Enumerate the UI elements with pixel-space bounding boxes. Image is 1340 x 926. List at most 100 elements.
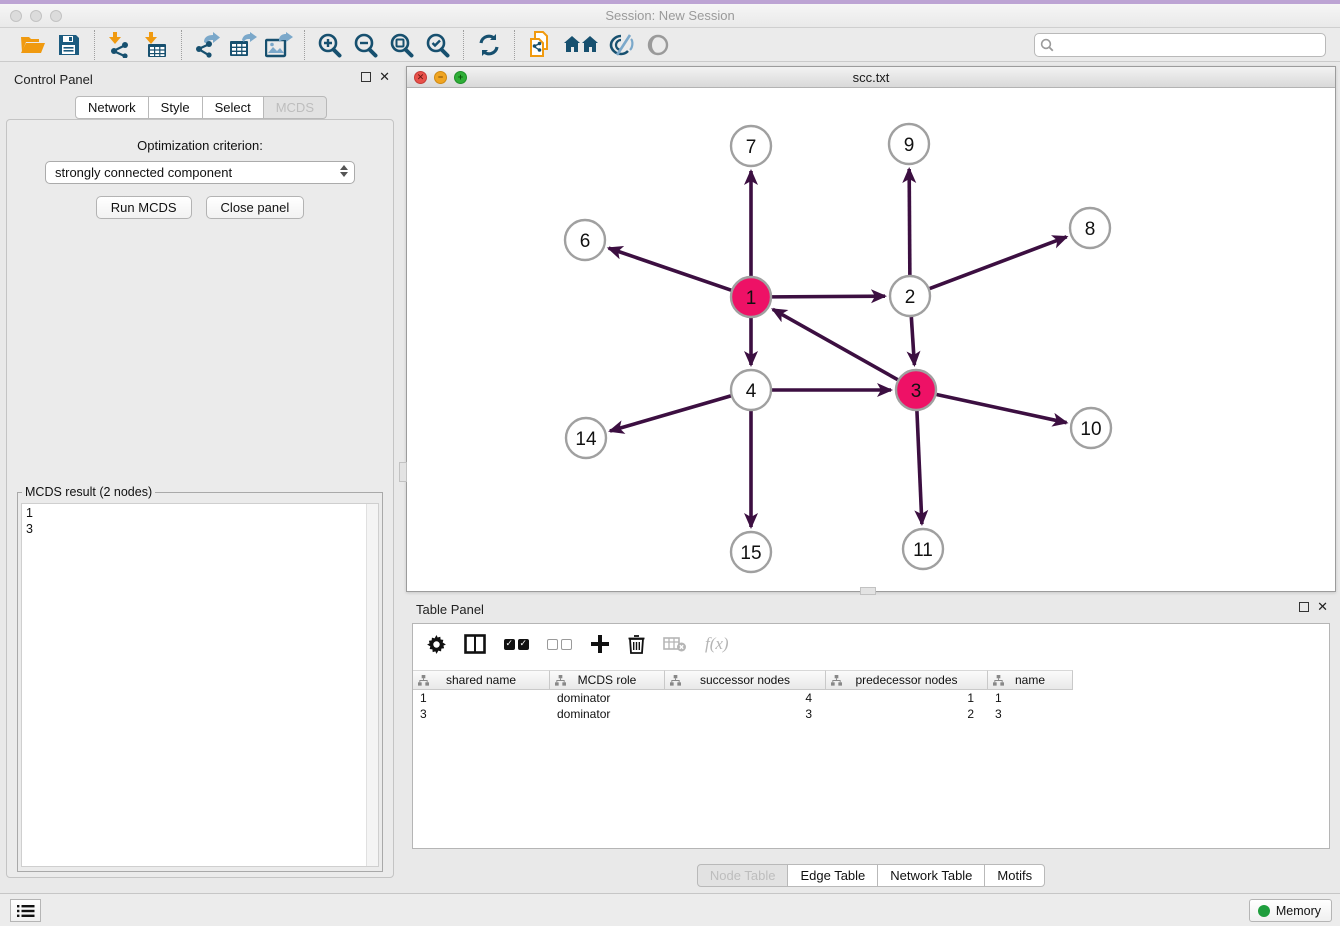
- first-neighbors-button[interactable]: [561, 31, 601, 59]
- checked-box-icon: [518, 639, 529, 650]
- table-cell[interactable]: 3: [988, 706, 1073, 722]
- search-input[interactable]: [1034, 33, 1326, 57]
- open-session-button[interactable]: [18, 31, 48, 59]
- node-11[interactable]: 11: [903, 529, 943, 569]
- export-table-button[interactable]: [228, 31, 258, 59]
- memory-label: Memory: [1276, 904, 1321, 918]
- tab-mcds[interactable]: MCDS: [263, 96, 327, 119]
- network-frame-titlebar[interactable]: ✕ − + scc.txt: [407, 67, 1335, 88]
- network-canvas[interactable]: 7 9 6 8 1 2 4 3 14 10 15 11: [407, 88, 1335, 591]
- gear-icon: [427, 635, 446, 654]
- table-row[interactable]: 1dominator411: [413, 690, 1073, 706]
- table-cell[interactable]: 3: [413, 706, 550, 722]
- mcds-result-scrollbar[interactable]: [366, 504, 378, 866]
- toggle-bird-view-button[interactable]: [643, 31, 673, 59]
- splitter-grip-vertical[interactable]: [399, 462, 407, 482]
- table-settings-button[interactable]: [427, 635, 446, 654]
- node-7[interactable]: 7: [731, 126, 771, 166]
- splitter-grip-horizontal[interactable]: [860, 587, 876, 595]
- node-6[interactable]: 6: [565, 220, 605, 260]
- node-10[interactable]: 10: [1071, 408, 1111, 448]
- node-4[interactable]: 4: [731, 370, 771, 410]
- column-header-shared-name[interactable]: shared name: [413, 670, 550, 690]
- network-graph[interactable]: 7 9 6 8 1 2 4 3 14 10 15 11: [407, 88, 1335, 591]
- edge-3-1[interactable]: [773, 309, 898, 379]
- table-cell[interactable]: 1: [413, 690, 550, 706]
- column-header-MCDS-role[interactable]: MCDS role: [550, 670, 665, 690]
- node-label: 2: [905, 287, 916, 308]
- float-panel-icon[interactable]: [361, 72, 371, 82]
- export-image-icon: [265, 32, 293, 58]
- column-header-predecessor-nodes[interactable]: predecessor nodes: [826, 670, 988, 690]
- edge-3-11[interactable]: [917, 411, 922, 524]
- node-9[interactable]: 9: [889, 124, 929, 164]
- zoom-selected-button[interactable]: [423, 31, 453, 59]
- create-column-button[interactable]: [590, 634, 610, 654]
- task-history-button[interactable]: [10, 899, 41, 922]
- edge-1-2[interactable]: [772, 296, 885, 297]
- edge-2-8[interactable]: [930, 237, 1067, 289]
- table-cell[interactable]: 2: [826, 706, 988, 722]
- node-8[interactable]: 8: [1070, 208, 1110, 248]
- export-network-button[interactable]: [192, 31, 222, 59]
- node-1[interactable]: 1: [731, 277, 771, 317]
- edge-2-3[interactable]: [911, 317, 914, 365]
- tab-network[interactable]: Network: [75, 96, 149, 119]
- delete-column-button[interactable]: [628, 634, 645, 654]
- edge-4-14[interactable]: [610, 396, 731, 431]
- export-image-button[interactable]: [264, 31, 294, 59]
- clone-network-button[interactable]: [525, 31, 555, 59]
- refresh-view-button[interactable]: [474, 31, 504, 59]
- table-cell[interactable]: dominator: [550, 690, 665, 706]
- unselect-all-columns-button[interactable]: [547, 639, 572, 650]
- window-title: Session: New Session: [0, 8, 1340, 23]
- column-header-successor-nodes[interactable]: successor nodes: [665, 670, 826, 690]
- show-column-panel-button[interactable]: [464, 634, 486, 654]
- zoom-in-button[interactable]: [315, 31, 345, 59]
- edge-1-6[interactable]: [609, 248, 731, 290]
- node-label: 4: [746, 381, 757, 402]
- table-cell[interactable]: 1: [826, 690, 988, 706]
- import-table-button[interactable]: [141, 31, 171, 59]
- zoom-fit-icon: [389, 32, 415, 58]
- table-cell[interactable]: 3: [665, 706, 826, 722]
- close-panel-icon[interactable]: ✕: [379, 72, 390, 82]
- edge-3-10[interactable]: [937, 394, 1067, 422]
- tab-network-table[interactable]: Network Table: [877, 864, 985, 887]
- node-2[interactable]: 2: [890, 276, 930, 316]
- column-type-icon: [418, 675, 429, 686]
- float-table-panel-icon[interactable]: [1299, 602, 1309, 612]
- table-cell[interactable]: 4: [665, 690, 826, 706]
- control-panel-title: Control Panel: [14, 72, 93, 87]
- edge-2-9[interactable]: [909, 169, 910, 275]
- node-label: 10: [1080, 419, 1101, 440]
- table-cell[interactable]: dominator: [550, 706, 665, 722]
- tab-select[interactable]: Select: [202, 96, 264, 119]
- close-table-panel-icon[interactable]: ✕: [1317, 602, 1328, 612]
- tab-edge-table[interactable]: Edge Table: [787, 864, 878, 887]
- select-all-columns-button[interactable]: [504, 639, 529, 650]
- mcds-result-area[interactable]: 1 3: [21, 503, 379, 867]
- criterion-dropdown[interactable]: strongly connected component: [45, 161, 355, 184]
- graphics-details-icon: [609, 33, 635, 57]
- node-15[interactable]: 15: [731, 532, 771, 572]
- save-session-button[interactable]: [54, 31, 84, 59]
- tab-motifs[interactable]: Motifs: [984, 864, 1045, 887]
- zoom-fit-button[interactable]: [387, 31, 417, 59]
- plus-icon: [590, 634, 610, 654]
- tab-node-table[interactable]: Node Table: [697, 864, 789, 887]
- zoom-out-button[interactable]: [351, 31, 381, 59]
- node-label: 15: [740, 543, 761, 564]
- table-row[interactable]: 3dominator323: [413, 706, 1073, 722]
- show-hide-graphics-details-button[interactable]: [607, 31, 637, 59]
- tab-style[interactable]: Style: [148, 96, 203, 119]
- node-3[interactable]: 3: [896, 370, 936, 410]
- node-14[interactable]: 14: [566, 418, 606, 458]
- table-cell[interactable]: 1: [988, 690, 1073, 706]
- column-header-name[interactable]: name: [988, 670, 1073, 690]
- run-mcds-button[interactable]: Run MCDS: [96, 196, 192, 219]
- import-network-button[interactable]: [105, 31, 135, 59]
- search-icon: [1040, 38, 1054, 52]
- close-panel-button[interactable]: Close panel: [206, 196, 305, 219]
- memory-button[interactable]: Memory: [1249, 899, 1332, 922]
